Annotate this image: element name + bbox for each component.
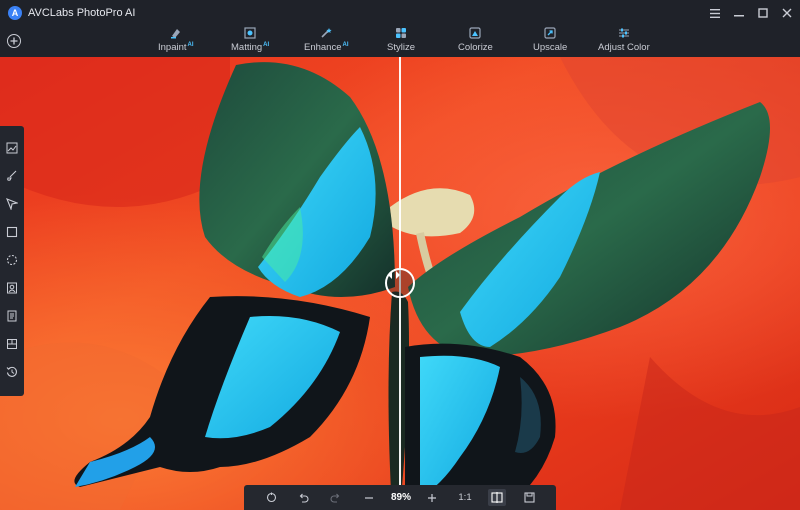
window-controls [704,0,800,26]
tool-colorize-label: Colorize [458,42,493,53]
tool-matting[interactable]: MattingAI [231,26,269,57]
ai-badge: AI [187,42,194,48]
compare-handle-icon[interactable] [385,268,415,298]
redo-icon[interactable] [328,485,342,510]
rectangle-select-icon[interactable] [6,226,18,238]
minimize-icon[interactable] [728,0,750,26]
ai-badge: AI [342,42,349,48]
zoom-out-icon[interactable] [362,485,376,510]
tool-adjust-color[interactable]: Adjust Color [598,26,650,57]
plus-circle-icon[interactable] [7,34,21,48]
ratio-text: 1:1 [458,492,472,503]
tool-inpaint-label: Inpaint [158,42,187,53]
image-canvas[interactable] [0,57,800,510]
left-tool-panel [0,126,24,396]
history-icon[interactable] [6,366,18,378]
save-icon[interactable] [522,485,536,510]
actual-size-button[interactable]: 1:1 [454,485,476,510]
reset-icon[interactable] [264,485,278,510]
maximize-icon[interactable] [752,0,774,26]
zoom-level: 89% [386,485,416,510]
tool-colorize[interactable]: Colorize [458,26,493,57]
brush-icon[interactable] [6,170,18,182]
tool-upscale-label: Upscale [533,42,568,53]
tool-stylize[interactable]: Stylize [387,26,415,57]
tool-adjust-color-label: Adjust Color [598,42,650,53]
upscale-icon [544,27,556,39]
adjust-color-icon [618,27,630,39]
main-toolbar: InpaintAI MattingAI EnhanceAI Stylize Co… [0,26,800,57]
app-logo-letter: A [11,7,19,18]
document-icon[interactable] [6,310,18,322]
inpaint-icon [170,27,182,39]
undo-icon[interactable] [296,485,310,510]
lasso-icon[interactable] [6,254,18,266]
enhance-icon [320,27,332,39]
tool-stylize-label: Stylize [387,42,415,53]
menu-icon[interactable] [704,0,726,26]
app-title: AVCLabs PhotoPro AI [28,7,136,19]
portrait-icon[interactable] [6,282,18,294]
close-icon[interactable] [776,0,798,26]
title-bar: A AVCLabs PhotoPro AI [0,0,800,26]
bottom-control-bar: 89% 1:1 [244,485,556,510]
compare-icon[interactable] [488,489,506,506]
tool-upscale[interactable]: Upscale [533,26,567,57]
zoom-level-text: 89% [390,492,411,503]
image-icon[interactable] [6,142,18,154]
app-logo: A [8,6,22,20]
tool-matting-label: Matting [231,42,263,53]
stylize-icon [395,27,407,39]
tool-enhance-label: Enhance [304,42,342,53]
zoom-in-icon[interactable] [425,485,439,510]
matting-icon [244,27,256,39]
tool-inpaint[interactable]: InpaintAI [158,26,194,57]
ai-badge: AI [263,42,270,48]
colorize-icon [469,27,482,39]
tool-enhance[interactable]: EnhanceAI [304,26,349,57]
select-arrow-icon[interactable] [6,198,18,210]
layers-icon[interactable] [6,338,18,350]
